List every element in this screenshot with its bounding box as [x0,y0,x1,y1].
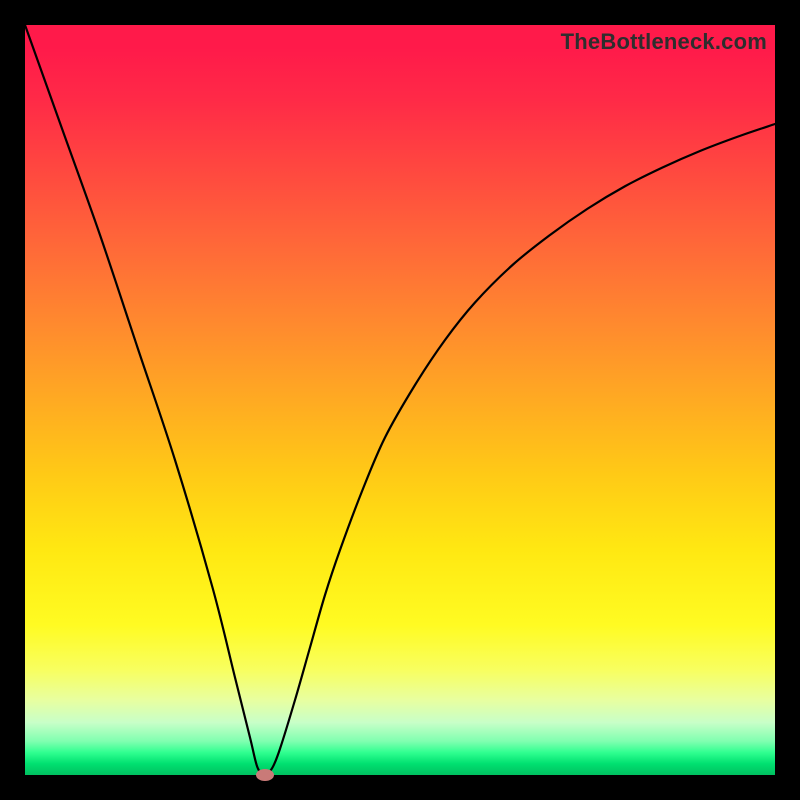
plot-area: TheBottleneck.com [25,25,775,775]
chart-frame: TheBottleneck.com [0,0,800,800]
minimum-marker [256,769,274,781]
bottleneck-curve [25,25,775,775]
